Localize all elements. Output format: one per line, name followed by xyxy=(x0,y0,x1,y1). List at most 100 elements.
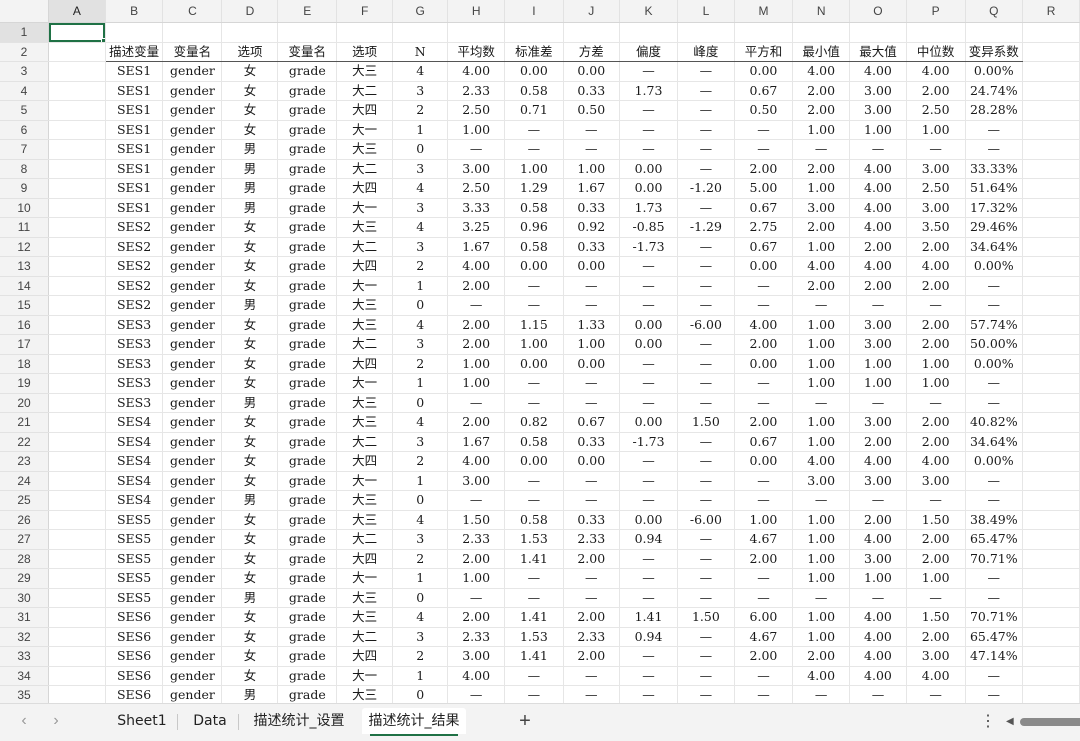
data-cell[interactable]: — xyxy=(734,568,794,589)
data-cell[interactable]: — xyxy=(849,490,907,511)
header-cell[interactable]: 最小值 xyxy=(792,42,851,62)
data-cell[interactable]: 4.67 xyxy=(734,627,794,647)
empty-cell[interactable] xyxy=(48,256,106,277)
data-cell[interactable]: SES5 xyxy=(105,549,164,569)
data-cell[interactable]: gender xyxy=(162,432,223,452)
data-cell[interactable]: SES6 xyxy=(105,646,164,667)
empty-cell[interactable] xyxy=(1022,412,1080,433)
data-cell[interactable]: 1.41 xyxy=(619,607,679,628)
data-cell[interactable]: — xyxy=(677,61,735,82)
data-cell[interactable]: — xyxy=(563,393,620,413)
column-header[interactable]: J xyxy=(563,0,620,23)
data-cell[interactable]: 70.71% xyxy=(965,549,1024,569)
data-cell[interactable]: 2.50 xyxy=(906,100,966,121)
data-cell[interactable]: — xyxy=(677,471,735,491)
data-cell[interactable]: 男 xyxy=(221,490,279,511)
data-cell[interactable]: gender xyxy=(162,237,223,257)
empty-cell[interactable] xyxy=(1022,685,1080,703)
empty-cell[interactable] xyxy=(1022,490,1080,511)
empty-cell[interactable] xyxy=(48,490,106,511)
data-cell[interactable]: — xyxy=(504,685,564,703)
empty-cell[interactable] xyxy=(48,646,106,667)
data-cell[interactable]: 1.00 xyxy=(849,568,907,589)
data-cell[interactable]: 3 xyxy=(392,432,449,452)
data-cell[interactable]: 0 xyxy=(392,490,449,511)
data-cell[interactable]: 0.00% xyxy=(965,61,1024,82)
data-cell[interactable]: 1.50 xyxy=(677,607,735,628)
data-cell[interactable]: 0.00 xyxy=(734,451,794,472)
data-cell[interactable]: 3.00 xyxy=(792,198,851,218)
data-cell[interactable]: — xyxy=(965,588,1024,608)
empty-cell[interactable] xyxy=(1022,315,1080,335)
header-cell[interactable]: 变异系数 xyxy=(965,42,1024,62)
data-cell[interactable]: 4.00 xyxy=(792,451,851,472)
data-cell[interactable]: 0.00 xyxy=(619,510,679,530)
empty-cell[interactable] xyxy=(1022,666,1080,686)
row-header[interactable]: 17 xyxy=(0,334,49,355)
data-cell[interactable]: 0 xyxy=(392,588,449,608)
data-cell[interactable]: 4.00 xyxy=(734,315,794,335)
data-cell[interactable]: gender xyxy=(162,334,223,355)
data-cell[interactable]: 1.00 xyxy=(563,334,620,355)
column-header[interactable]: F xyxy=(336,0,394,23)
data-cell[interactable]: gender xyxy=(162,61,223,82)
row-header[interactable]: 35 xyxy=(0,685,49,703)
horizontal-scrollbar[interactable]: ◀ xyxy=(1006,714,1080,730)
row-header[interactable]: 18 xyxy=(0,354,49,374)
data-cell[interactable]: 0.50 xyxy=(734,100,794,121)
data-cell[interactable]: 4.00 xyxy=(849,159,907,179)
data-cell[interactable]: 2.00 xyxy=(906,334,966,355)
data-cell[interactable]: 2.33 xyxy=(563,627,620,647)
data-cell[interactable]: 大二 xyxy=(336,237,394,257)
data-cell[interactable]: gender xyxy=(162,412,223,433)
data-cell[interactable]: — xyxy=(563,471,620,491)
data-cell[interactable]: 女 xyxy=(221,568,279,589)
data-cell[interactable]: 0.00 xyxy=(504,451,564,472)
data-cell[interactable]: 1 xyxy=(392,471,449,491)
data-cell[interactable]: 3.00 xyxy=(849,100,907,121)
data-cell[interactable]: 24.74% xyxy=(965,81,1024,101)
spreadsheet-grid[interactable]: ABCDEFGHIJKLMNOPQR 1 2 描述变量 变量名 选项 变量名 选项 N 平均数标… xyxy=(0,0,1080,703)
data-cell[interactable]: 2 xyxy=(392,100,449,121)
data-cell[interactable]: 4.00 xyxy=(849,178,907,199)
data-cell[interactable]: 1.00 xyxy=(792,334,851,355)
data-cell[interactable]: — xyxy=(677,81,735,101)
column-header[interactable]: E xyxy=(277,0,338,23)
data-cell[interactable]: 0.00 xyxy=(563,451,620,472)
row-header[interactable]: 5 xyxy=(0,100,49,121)
data-cell[interactable]: 2.50 xyxy=(906,178,966,199)
data-cell[interactable]: 1.41 xyxy=(504,549,564,569)
data-cell[interactable]: 3.00 xyxy=(849,81,907,101)
data-cell[interactable]: 0.82 xyxy=(504,412,564,433)
empty-cell[interactable] xyxy=(1022,607,1080,628)
data-cell[interactable]: 0.58 xyxy=(504,510,564,530)
data-cell[interactable]: 1.53 xyxy=(504,529,564,550)
data-cell[interactable]: 3.00 xyxy=(906,198,966,218)
data-cell[interactable]: — xyxy=(619,100,679,121)
data-cell[interactable]: — xyxy=(619,256,679,277)
data-cell[interactable]: 1.33 xyxy=(563,315,620,335)
data-cell[interactable]: 4.00 xyxy=(447,61,506,82)
data-cell[interactable]: 大二 xyxy=(336,81,394,101)
data-cell[interactable]: — xyxy=(677,568,735,589)
data-cell[interactable]: — xyxy=(965,685,1024,703)
data-cell[interactable]: 2.00 xyxy=(563,549,620,569)
empty-cell[interactable] xyxy=(1022,529,1080,550)
row-header[interactable]: 25 xyxy=(0,490,49,511)
data-cell[interactable]: — xyxy=(504,373,564,394)
data-cell[interactable]: 0.96 xyxy=(504,217,564,238)
data-cell[interactable]: 大三 xyxy=(336,61,394,82)
empty-cell[interactable] xyxy=(105,22,164,43)
empty-cell[interactable] xyxy=(1022,159,1080,179)
data-cell[interactable]: 2.00 xyxy=(563,646,620,667)
data-cell[interactable]: 女 xyxy=(221,412,279,433)
data-cell[interactable]: 57.74% xyxy=(965,315,1024,335)
data-cell[interactable]: — xyxy=(563,373,620,394)
data-cell[interactable]: 1.00 xyxy=(792,412,851,433)
column-header[interactable]: O xyxy=(849,0,907,23)
empty-cell[interactable] xyxy=(1022,510,1080,530)
data-cell[interactable]: — xyxy=(504,276,564,296)
data-cell[interactable]: 4.00 xyxy=(447,256,506,277)
data-cell[interactable]: grade xyxy=(277,607,338,628)
data-cell[interactable]: 4.00 xyxy=(849,607,907,628)
